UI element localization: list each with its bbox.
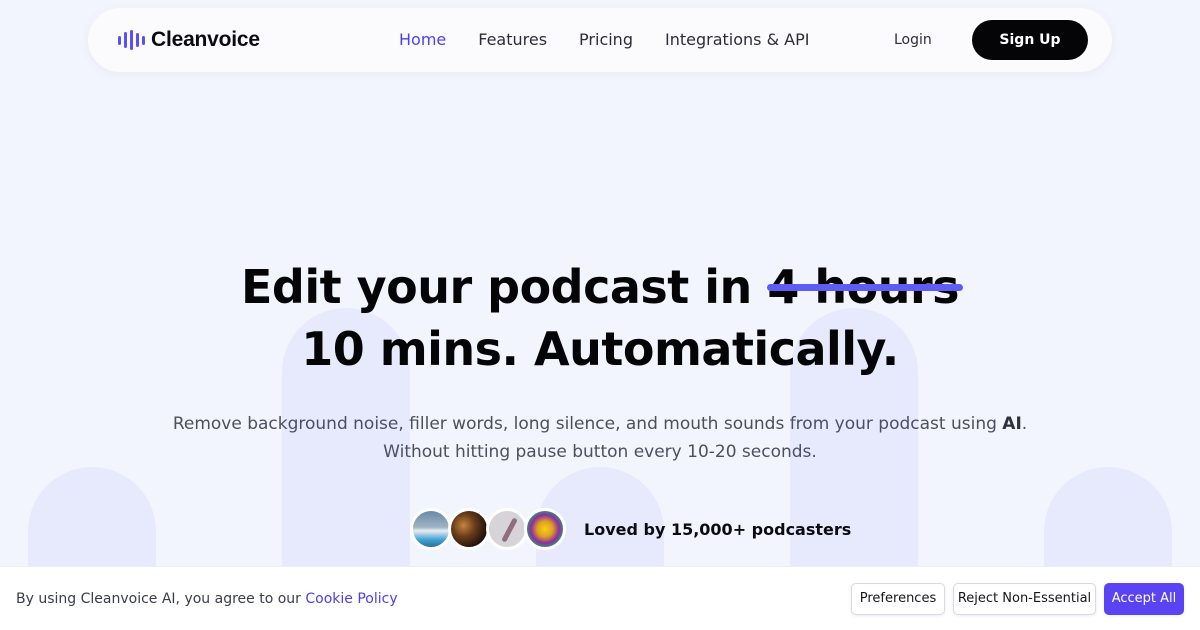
nav-link-features[interactable]: Features (478, 28, 547, 52)
hero-title-prefix: Edit your podcast in (240, 260, 752, 314)
logo-link[interactable]: Cleanvoice (118, 28, 260, 52)
reject-non-essential-button[interactable]: Reject Non-Essential (953, 583, 1096, 615)
hero-title-line2: 10 mins. Automatically. (301, 322, 899, 376)
top-navigation: Cleanvoice Home Features Pricing Integra… (88, 8, 1112, 72)
nav-link-home[interactable]: Home (399, 28, 446, 52)
social-proof: Loved by 15,000+ podcasters (410, 508, 851, 550)
hero-subtitle: Remove background noise, filler words, l… (0, 410, 1200, 466)
hero-subtitle-line2: Without hitting pause button every 10-20… (383, 442, 817, 462)
hero-subtitle-end: . (1021, 414, 1028, 434)
cookie-policy-link[interactable]: Cookie Policy (305, 591, 397, 607)
cookie-banner-text: By using Cleanvoice AI, you agree to our… (16, 589, 398, 609)
login-link[interactable]: Login (894, 30, 932, 50)
sound-wave-icon (118, 28, 145, 52)
cookie-text: By using Cleanvoice AI, you agree to our (16, 591, 301, 607)
preferences-button[interactable]: Preferences (851, 583, 945, 615)
hero-subtitle-bold: AI (1002, 414, 1022, 434)
cookie-banner: By using Cleanvoice AI, you agree to our… (0, 566, 1200, 630)
hero-title: Edit your podcast in 4 hours 10 mins. Au… (0, 256, 1200, 380)
nav-links: Home Features Pricing Integrations & API (399, 28, 809, 52)
nav-link-integrations[interactable]: Integrations & API (665, 28, 809, 52)
avatar-stack (410, 508, 566, 550)
hero-subtitle-main: Remove background noise, filler words, l… (172, 414, 997, 434)
avatar (448, 508, 490, 550)
signup-button[interactable]: Sign Up (972, 20, 1088, 60)
logo-text: Cleanvoice (151, 28, 260, 51)
accept-all-button[interactable]: Accept All (1104, 583, 1184, 615)
avatar (486, 508, 528, 550)
avatar (524, 508, 566, 550)
avatar (410, 508, 452, 550)
nav-link-pricing[interactable]: Pricing (579, 28, 633, 52)
landing-page: Cleanvoice Home Features Pricing Integra… (0, 0, 1200, 630)
struck-time: 4 hours (767, 256, 964, 318)
strikethrough-bar (767, 284, 964, 291)
social-proof-text: Loved by 15,000+ podcasters (584, 519, 852, 539)
